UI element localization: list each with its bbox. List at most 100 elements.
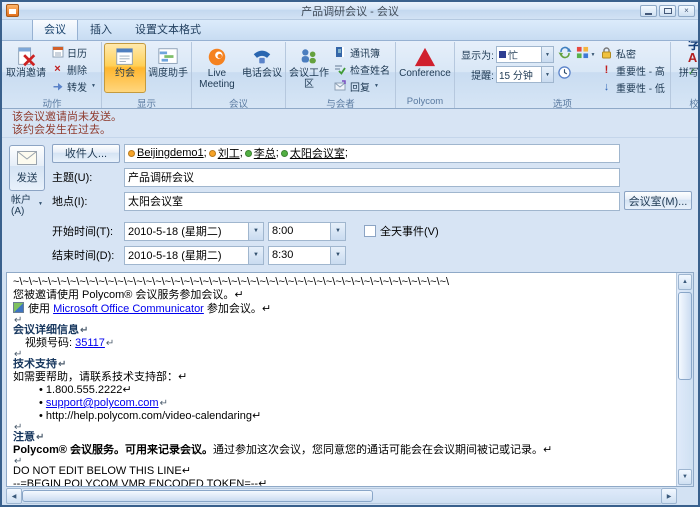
lock-icon [600, 47, 613, 60]
infobar-line-not-sent: 该会议邀请尚未发送。 [12, 111, 688, 124]
linebreak-mark: ↵ [14, 350, 22, 358]
recipients-field[interactable]: Beijingdemo1 ; 刘工 ; 李总 ; [124, 144, 620, 163]
calendar-button[interactable]: 日历 [48, 44, 99, 60]
message-body[interactable]: ~\~\~\~\~\~\~\~\~\~\~\~\~\~\~\~\~\~\~\~\… [7, 273, 676, 486]
chevron-down-icon[interactable]: ▼ [330, 247, 345, 264]
chevron-down-icon[interactable]: ▼ [248, 223, 263, 240]
recipient-chip[interactable]: Beijingdemo1 ; [128, 147, 207, 159]
scroll-left-button[interactable]: ◀ [6, 488, 22, 504]
horizontal-scroll-track[interactable] [22, 488, 661, 504]
address-book-button[interactable]: 通讯簿 [331, 44, 393, 60]
conference-call-button[interactable]: 电话会议 [241, 43, 283, 93]
scroll-down-button[interactable]: ▼ [678, 469, 692, 485]
forward-button[interactable]: 转发 ▼ [48, 78, 99, 94]
support-phone-line: • 1.800.555.2222↵ [13, 384, 670, 397]
check-names-button[interactable]: 检查姓名 [331, 61, 393, 77]
horizontal-scrollbar[interactable]: ◀ ▶ [6, 488, 694, 504]
to-row: 收件人... Beijingdemo1 ; 刘工 ; [52, 143, 692, 163]
appointment-icon [114, 46, 136, 68]
chevron-down-icon[interactable]: ▼ [541, 47, 553, 62]
location-row: 地点(I): 会议室(M)... [52, 191, 692, 211]
scroll-left-icon: ◀ [12, 493, 17, 500]
recurrence-button[interactable] [556, 46, 574, 63]
notice-line: Polycom® 会议服务。可用来记录会议。通过参加这次会议，您同意您的通话可能… [13, 444, 670, 457]
communicator-icon [13, 302, 24, 313]
horizontal-scroll-thumb[interactable] [22, 490, 373, 502]
rooms-button[interactable]: 会议室(M)... [624, 191, 692, 210]
all-day-event: 全天事件(V) [364, 223, 439, 239]
reminder-select[interactable]: 15 分钟 ▼ [496, 66, 554, 83]
meeting-workspace-icon [298, 46, 320, 68]
appointment-button[interactable]: 约会 [104, 43, 146, 93]
recipient-separator: ; [345, 147, 348, 159]
support-intro-line: 如需要帮助，请联系技术支持部：↵ [13, 371, 670, 384]
chevron-down-icon[interactable]: ▼ [248, 247, 263, 264]
video-number-link[interactable]: 35117 [75, 337, 105, 349]
linebreak-mark: ↵ [58, 359, 66, 370]
high-importance-button[interactable]: ! 重要性 - 高 [597, 62, 668, 78]
communicator-link[interactable]: Microsoft Office Communicator [53, 303, 204, 315]
live-meeting-button[interactable]: Live Meeting [194, 43, 240, 93]
recipient-separator: ; [240, 147, 243, 159]
time-zones-button[interactable] [556, 66, 574, 83]
account-button[interactable]: 帐户(A) ▼ [8, 196, 46, 212]
low-importance-button[interactable]: ↓ 重要性 - 低 [597, 79, 668, 95]
show-as-select[interactable]: 忙 ▼ [496, 46, 554, 63]
bullet-icon: • [39, 397, 43, 409]
vertical-scrollbar[interactable]: ▲ ▼ [676, 273, 693, 486]
send-button[interactable]: 发送 [9, 145, 45, 191]
linebreak-mark: ↵ [80, 325, 88, 336]
start-date-select[interactable]: 2010-5-18 (星期二) ▼ [124, 222, 264, 241]
group-label-options: 选项 [457, 95, 668, 108]
subject-row: 主题(U): [52, 167, 692, 187]
show-as-label: 显示为: [457, 47, 494, 62]
vertical-scroll-track[interactable] [677, 381, 693, 468]
scroll-up-button[interactable]: ▲ [678, 274, 692, 290]
recipient-chip[interactable]: 太阳会议室 ; [281, 145, 348, 161]
minimize-button[interactable] [640, 5, 657, 17]
end-time-select[interactable]: 8:30 ▼ [268, 246, 346, 265]
start-time-label: 开始时间(T): [52, 223, 120, 239]
maximize-button[interactable] [659, 5, 676, 17]
forward-icon [51, 80, 64, 93]
tab-insert[interactable]: 插入 [79, 18, 123, 40]
cancel-invitation-button[interactable]: 取消邀请 [5, 43, 47, 93]
info-bar: 该会议邀请尚未发送。 该约会发生在过去。 [2, 109, 698, 138]
start-time-select[interactable]: 8:00 ▼ [268, 222, 346, 241]
group-label-actions: 动作 [5, 95, 99, 108]
subject-input[interactable] [124, 168, 620, 187]
support-email-line: • support@polycom.com↵ [13, 397, 670, 410]
to-button[interactable]: 收件人... [52, 144, 120, 163]
scheduling-assistant-button[interactable]: 调度助手 [147, 43, 189, 93]
message-body-area: ~\~\~\~\~\~\~\~\~\~\~\~\~\~\~\~\~\~\~\~\… [6, 272, 694, 487]
scroll-right-button[interactable]: ▶ [661, 488, 677, 504]
recurrence-icon [558, 45, 572, 64]
delete-button[interactable]: × 删除 [48, 61, 99, 77]
meeting-workspace-button[interactable]: 会议工作区 [288, 43, 330, 93]
scroll-down-icon: ▼ [682, 474, 688, 480]
end-date-select[interactable]: 2010-5-18 (星期二) ▼ [124, 246, 264, 265]
close-button[interactable]: × [678, 5, 695, 17]
separator-line: ~\~\~\~\~\~\~\~\~\~\~\~\~\~\~\~\~\~\~\~\… [13, 276, 670, 289]
responses-button[interactable]: 回复 ▼ [331, 78, 393, 94]
categorize-button[interactable]: ▼ [577, 46, 595, 63]
linebreak-mark: ↵ [14, 423, 22, 431]
linebreak-mark: ↵ [14, 457, 22, 465]
vertical-scroll-thumb[interactable] [678, 292, 692, 380]
chevron-down-icon[interactable]: ▼ [541, 67, 553, 82]
notice-heading: 注意↵ [13, 431, 670, 444]
bullet-icon: • [39, 410, 43, 422]
location-input[interactable] [124, 192, 620, 211]
polycom-conference-button[interactable]: Conference [398, 43, 452, 93]
recipient-chip[interactable]: 刘工 ; [209, 145, 243, 161]
all-day-checkbox[interactable] [364, 225, 376, 237]
private-button[interactable]: 私密 [597, 45, 668, 61]
ribbon-group-conferencing: Live Meeting 电话会议 会议 [192, 42, 286, 108]
tab-meeting[interactable]: 会议 [32, 17, 78, 40]
recipient-chip[interactable]: 李总 ; [245, 145, 279, 161]
chevron-down-icon[interactable]: ▼ [330, 223, 345, 240]
support-email-link[interactable]: support@polycom.com [46, 397, 159, 409]
spelling-button[interactable]: 字A✓ 拼写检查 ▼ [673, 43, 698, 93]
tab-format-text[interactable]: 设置文本格式 [124, 18, 212, 40]
window-controls: × [640, 5, 698, 17]
